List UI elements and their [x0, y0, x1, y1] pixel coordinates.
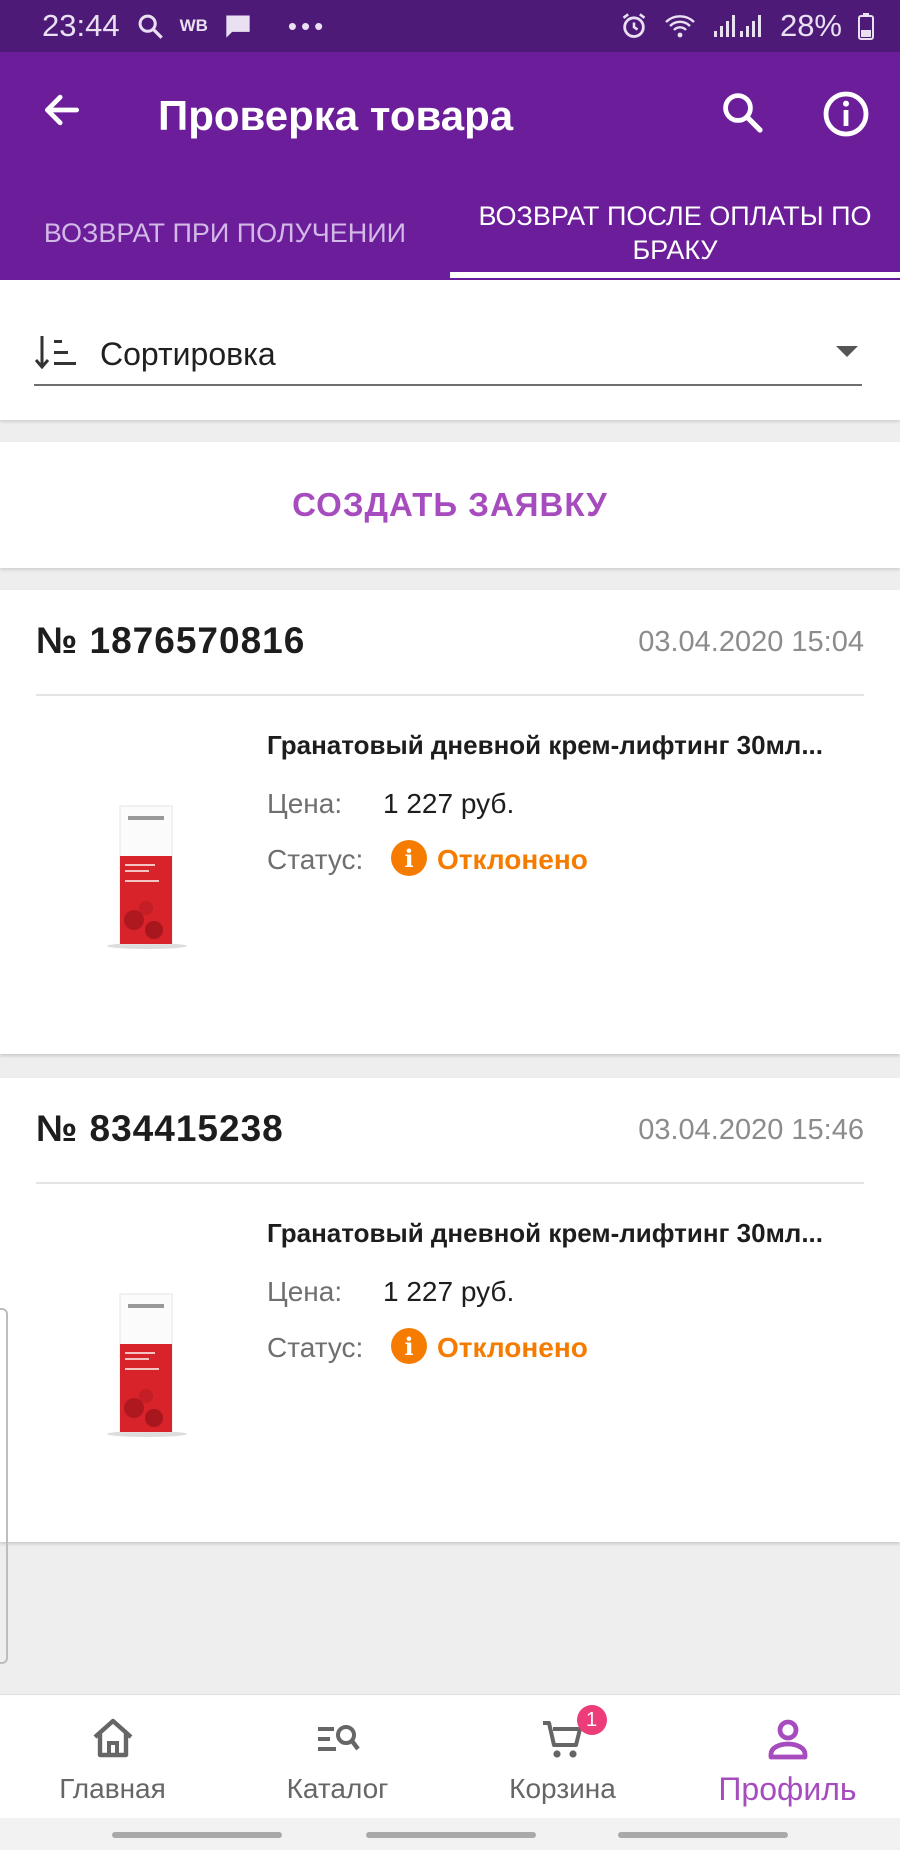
- order-date: 03.04.2020 15:46: [638, 1114, 864, 1146]
- divider: [36, 694, 864, 696]
- price-value: 1 227 руб.: [383, 788, 515, 819]
- wifi-icon: [665, 15, 695, 38]
- gesture-pill: [618, 1832, 788, 1838]
- create-request-button[interactable]: Создать заявку: [292, 486, 608, 524]
- search-icon: [138, 14, 163, 39]
- product-name: Гранатовый дневной крем-лифтинг 30мл...: [267, 1218, 823, 1248]
- sort-icon: [34, 336, 76, 370]
- back-arrow-icon[interactable]: [40, 88, 84, 132]
- page-title: Проверка товара: [158, 92, 514, 139]
- nav-profile[interactable]: Профиль: [675, 1695, 900, 1819]
- cart-icon-wrapper: 1: [539, 1705, 607, 1763]
- gesture-pill: [366, 1832, 536, 1838]
- info-icon[interactable]: i: [391, 1328, 427, 1364]
- active-tab-indicator: [450, 272, 900, 278]
- tab-return-after-payment-defect[interactable]: Возврат после оплаты по браку: [450, 188, 900, 278]
- wb-label: WB: [179, 16, 208, 35]
- side-panel-handle[interactable]: [0, 1308, 8, 1664]
- gesture-pill: [112, 1832, 282, 1838]
- price-label: Цена:: [267, 1276, 343, 1307]
- chevron-down-icon: [836, 346, 858, 357]
- battery-percent: 28%: [779, 8, 842, 43]
- order-number: № 1876570816: [36, 620, 306, 661]
- nav-label: Профиль: [718, 1771, 857, 1807]
- catalog-search-icon: [317, 1725, 360, 1751]
- sort-card: Сортировка: [0, 280, 900, 420]
- create-request-card: Создать заявку: [0, 442, 900, 568]
- sort-label: Сортировка: [100, 335, 276, 372]
- divider: [36, 1182, 864, 1184]
- nav-label: Главная: [59, 1773, 166, 1804]
- price-label: Цена:: [267, 788, 343, 819]
- status-time: 23:44: [42, 8, 120, 43]
- order-number: № 834415238: [36, 1108, 284, 1149]
- cart-badge: 1: [576, 1705, 607, 1735]
- info-icon[interactable]: [822, 90, 870, 138]
- nav-catalog[interactable]: Каталог: [225, 1695, 450, 1819]
- info-icon[interactable]: i: [391, 840, 427, 876]
- search-icon[interactable]: [718, 88, 766, 136]
- bottom-navigation: Главная Каталог 1 Корзина Профиль: [0, 1694, 900, 1818]
- price-value: 1 227 руб.: [383, 1276, 515, 1307]
- gesture-bar: [0, 1818, 900, 1850]
- order-date: 03.04.2020 15:04: [638, 626, 864, 658]
- status-badge: Отклонено: [437, 844, 588, 875]
- sort-dropdown[interactable]: Сортировка: [34, 324, 862, 386]
- alarm-icon: [622, 13, 646, 38]
- nav-home[interactable]: Главная: [0, 1695, 225, 1819]
- profile-icon: [768, 1719, 807, 1760]
- status-badge: Отклонено: [437, 1332, 588, 1363]
- more-icon: •••: [287, 10, 328, 41]
- order-card[interactable]: № 834415238 03.04.2020 15:46 Гранатовый …: [0, 1078, 900, 1542]
- nav-label: Каталог: [286, 1773, 389, 1804]
- nav-label: Корзина: [509, 1773, 616, 1804]
- nav-cart[interactable]: 1 Корзина: [450, 1695, 675, 1819]
- product-name: Гранатовый дневной крем-лифтинг 30мл...: [267, 730, 823, 760]
- signal-icon: [713, 15, 761, 37]
- tab-return-on-receipt[interactable]: Возврат при получении: [0, 188, 450, 278]
- product-image[interactable]: [92, 1288, 202, 1438]
- home-icon: [93, 1718, 132, 1758]
- status-label: Статус:: [267, 844, 364, 875]
- order-card[interactable]: № 1876570816 03.04.2020 15:04 Гранатовый…: [0, 590, 900, 1054]
- battery-icon: [858, 13, 874, 40]
- product-image[interactable]: [92, 800, 202, 950]
- status-bar: 23:44 WB ••• 28%: [0, 0, 900, 52]
- message-icon: [226, 15, 250, 38]
- status-label: Статус:: [267, 1332, 364, 1363]
